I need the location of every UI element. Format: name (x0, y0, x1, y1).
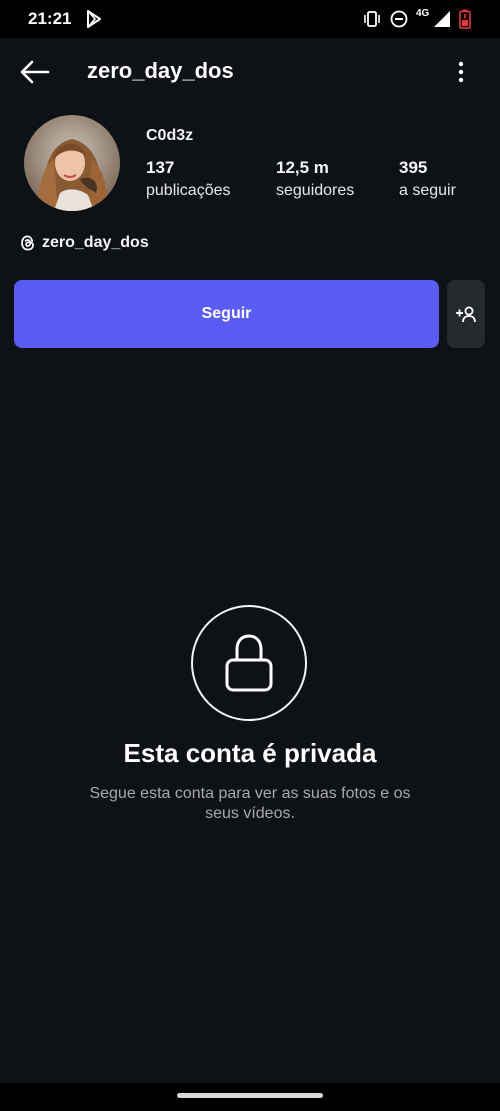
followers-label[interactable]: seguidores (276, 182, 354, 200)
status-bar (0, 0, 500, 38)
lock-icon (225, 634, 273, 692)
private-account-title: Esta conta é privada (123, 738, 377, 768)
threads-handle: zero_day_dos (42, 234, 149, 251)
add-person-icon (456, 306, 476, 323)
threads-icon (21, 235, 34, 251)
following-label[interactable]: a seguir (399, 182, 456, 200)
display-name: C0d3z (146, 127, 194, 144)
posts-count: 137 (146, 158, 175, 177)
home-indicator[interactable] (177, 1093, 323, 1098)
following-count[interactable]: 395 (399, 158, 427, 178)
followers-count[interactable]: 12,5 m (276, 158, 329, 178)
avatar[interactable] (24, 115, 120, 211)
network-type: 4G (416, 8, 430, 19)
vibrate-icon (364, 11, 380, 27)
more-options-icon[interactable] (450, 58, 472, 86)
do-not-disturb-icon (390, 10, 408, 28)
suggested-users-button[interactable] (447, 280, 485, 348)
back-arrow-icon[interactable] (18, 58, 50, 86)
follow-button[interactable]: Seguir (14, 280, 439, 348)
battery-icon (459, 9, 471, 29)
threads-link[interactable]: zero_day_dos (20, 234, 149, 252)
private-lock-badge (191, 605, 307, 721)
page-title: zero_day_dos (87, 58, 234, 83)
status-time: 21:21 (28, 9, 72, 28)
signal-icon (434, 11, 450, 27)
posts-label: publicações (146, 182, 231, 199)
play-store-icon (87, 10, 101, 28)
private-account-description: Segue esta conta para ver as suas fotos … (89, 785, 411, 822)
